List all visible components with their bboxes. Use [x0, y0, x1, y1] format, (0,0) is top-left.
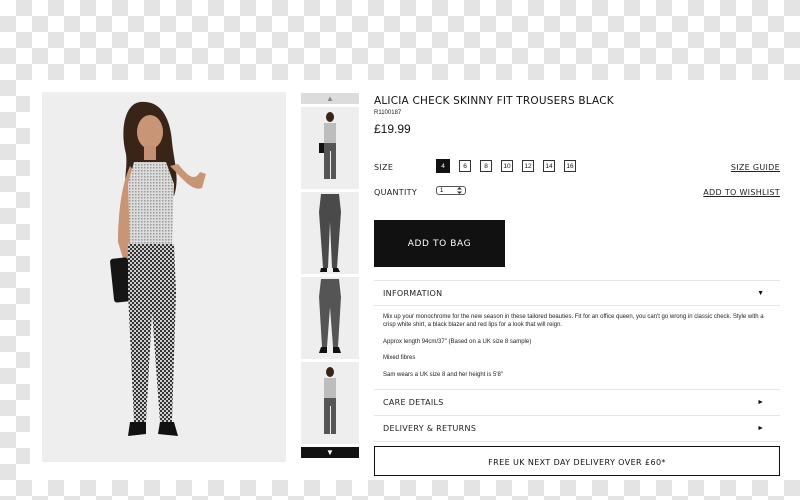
delivery-banner: FREE UK NEXT DAY DELIVERY OVER £60* — [374, 446, 780, 476]
size-options: 4 6 8 10 12 14 16 — [436, 159, 576, 173]
add-to-wishlist-link[interactable]: ADD TO WISHLIST — [703, 188, 780, 197]
accordion-care-label: CARE DETAILS — [383, 397, 444, 407]
accordion-delivery-header[interactable]: DELIVERY & RETURNS ► — [374, 416, 780, 442]
thumbnail-2-image — [319, 194, 341, 272]
thumbnail-3-image — [319, 279, 341, 353]
accordion-delivery-label: DELIVERY & RETURNS — [383, 423, 477, 433]
information-description: Mix up your monochrome for the new seaso… — [383, 314, 764, 329]
product-accordion: INFORMATION ▼ Mix up your monochrome for… — [374, 280, 780, 442]
size-option-4[interactable]: 4 — [436, 159, 450, 173]
information-length: Approx length 94cm/37" (Based on a UK si… — [383, 338, 532, 345]
thumbnail-1[interactable] — [301, 107, 359, 189]
accordion-information-body: Mix up your monochrome for the new seaso… — [374, 306, 780, 390]
information-model-size: Sam wears a UK size 8 and her height is … — [383, 371, 504, 378]
size-option-8[interactable]: 8 — [480, 160, 492, 172]
product-title: ALICIA CHECK SKINNY FIT TROUSERS BLACK — [374, 95, 614, 107]
chevron-right-icon: ► — [757, 424, 764, 432]
quantity-label: QUANTITY — [374, 188, 418, 197]
thumbnail-2[interactable] — [301, 192, 359, 274]
quantity-value: 1 — [440, 187, 444, 194]
size-option-6[interactable]: 6 — [459, 160, 471, 172]
thumbnail-4[interactable] — [301, 362, 359, 444]
stepper-icon — [457, 187, 462, 194]
thumbnail-up-icon[interactable]: ▲ — [301, 93, 359, 104]
product-sku: R1100187 — [374, 110, 402, 116]
size-label: SIZE — [374, 163, 394, 172]
accordion-information-label: INFORMATION — [383, 288, 443, 298]
product-page: ▲ ▼ ALICIA CHECK SKINNY FIT TROUSERS BLA… — [30, 80, 800, 480]
thumbnail-3[interactable] — [301, 277, 359, 359]
size-option-16[interactable]: 16 — [564, 160, 576, 172]
size-guide-link[interactable]: SIZE GUIDE — [731, 163, 780, 172]
thumbnail-strip: ▲ ▼ — [301, 93, 359, 458]
size-option-12[interactable]: 12 — [522, 160, 534, 172]
quantity-select[interactable]: 1 — [436, 186, 466, 195]
product-price: £19.99 — [374, 122, 411, 136]
information-fabric: Mixed fibres — [383, 355, 416, 362]
size-option-10[interactable]: 10 — [501, 160, 513, 172]
delivery-banner-text: FREE UK NEXT DAY DELIVERY OVER £60* — [488, 458, 666, 467]
add-to-bag-button[interactable]: ADD TO BAG — [374, 220, 505, 267]
size-option-14[interactable]: 14 — [543, 160, 555, 172]
chevron-right-icon: ► — [757, 398, 764, 406]
accordion-information-header[interactable]: INFORMATION ▼ — [374, 280, 780, 306]
chevron-down-icon: ▼ — [757, 289, 764, 297]
thumbnail-down-icon[interactable]: ▼ — [301, 447, 359, 458]
main-product-image[interactable] — [42, 92, 286, 462]
model-photo — [110, 101, 206, 436]
accordion-care-header[interactable]: CARE DETAILS ► — [374, 390, 780, 416]
thumbnail-4-image — [324, 367, 336, 434]
thumbnail-1-image — [319, 112, 336, 179]
